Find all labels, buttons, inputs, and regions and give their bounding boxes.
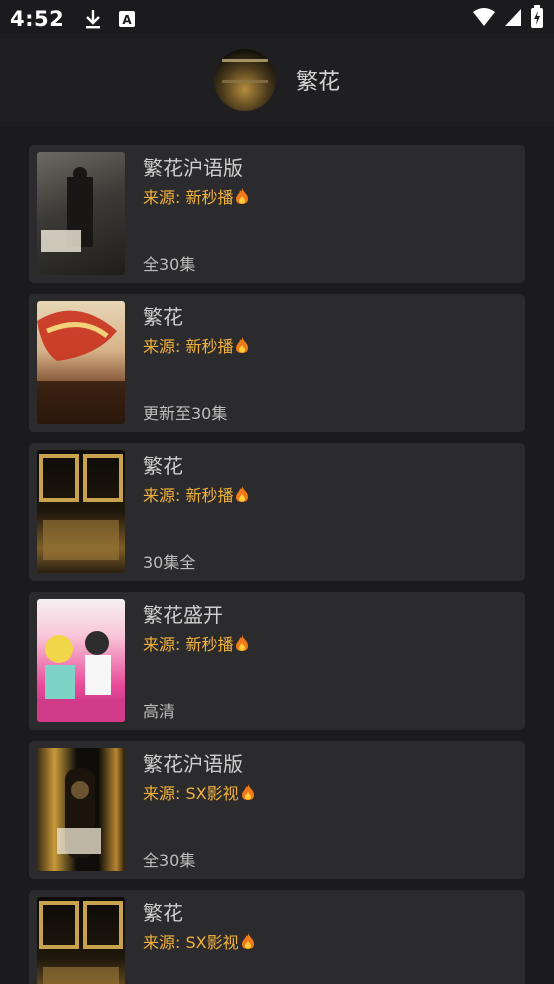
fire-icon: [235, 485, 249, 503]
result-source: 来源: 新秒播: [143, 333, 249, 357]
result-card[interactable]: 繁花 来源: 新秒播 30集全: [29, 443, 525, 581]
download-icon: [82, 8, 104, 30]
status-right-icons: [472, 5, 544, 33]
result-episodes: 高清: [143, 702, 176, 721]
poster-image: [37, 897, 125, 984]
result-card[interactable]: 繁花 来源: 新秒播 更新至30集: [29, 294, 525, 432]
result-title: 繁花: [143, 901, 183, 925]
fire-icon: [241, 932, 255, 950]
result-card[interactable]: 繁花 来源: SX影视: [29, 890, 525, 984]
status-time: 4:52: [10, 7, 65, 31]
result-source: 来源: 新秒播: [143, 184, 249, 208]
page-title: 繁花: [295, 70, 340, 95]
keyboard-a-icon: A: [116, 8, 138, 30]
result-title: 繁花沪语版: [143, 156, 243, 180]
result-title: 繁花: [143, 305, 183, 329]
result-source: 来源: SX影视: [143, 929, 255, 953]
result-episodes: 30集全: [143, 553, 196, 572]
source-label: 来源: 新秒播: [143, 486, 234, 505]
poster-image: [37, 748, 125, 871]
results-list[interactable]: 繁花沪语版 来源: 新秒播 全30集 繁花 来源: 新秒播 更新至30集 繁花 …: [0, 122, 554, 984]
source-label: 来源: 新秒播: [143, 188, 234, 207]
poster-image: [37, 152, 125, 275]
result-source: 来源: 新秒播: [143, 482, 249, 506]
avatar-icon[interactable]: [213, 49, 276, 111]
poster-image: [37, 599, 125, 722]
result-title: 繁花盛开: [143, 603, 223, 627]
result-title: 繁花: [143, 454, 183, 478]
result-card[interactable]: 繁花沪语版 来源: 新秒播 全30集: [29, 145, 525, 283]
result-title: 繁花沪语版: [143, 752, 243, 776]
result-source: 来源: 新秒播: [143, 631, 249, 655]
source-label: 来源: SX影视: [143, 784, 239, 803]
header: 繁花: [0, 38, 554, 122]
result-card[interactable]: 繁花沪语版 来源: SX影视 全30集: [29, 741, 525, 879]
source-label: 来源: 新秒播: [143, 635, 234, 654]
source-label: 来源: SX影视: [143, 933, 239, 952]
result-episodes: 全30集: [143, 851, 196, 870]
status-bar: 4:52 A: [0, 0, 554, 38]
battery-icon: [530, 5, 544, 33]
fire-icon: [235, 634, 249, 652]
fire-icon: [235, 336, 249, 354]
poster-image: [37, 301, 125, 424]
svg-text:A: A: [123, 13, 133, 27]
result-card[interactable]: 繁花盛开 来源: 新秒播 高清: [29, 592, 525, 730]
source-label: 来源: 新秒播: [143, 337, 234, 356]
result-episodes: 更新至30集: [143, 404, 228, 423]
wifi-icon: [472, 7, 496, 31]
signal-icon: [504, 7, 522, 31]
poster-image: [37, 450, 125, 573]
result-source: 来源: SX影视: [143, 780, 255, 804]
fire-icon: [235, 187, 249, 205]
result-episodes: 全30集: [143, 255, 196, 274]
fire-icon: [241, 783, 255, 801]
